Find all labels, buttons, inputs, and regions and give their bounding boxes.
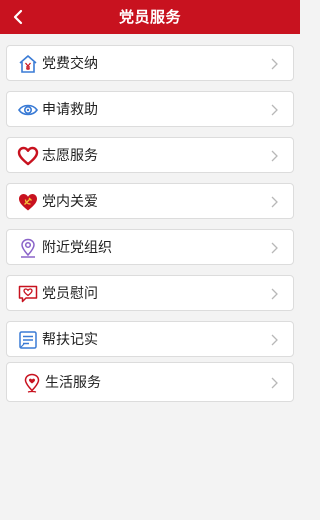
chevron-right-icon	[271, 150, 278, 162]
menu-item-assistance-record[interactable]: 帮扶记实	[6, 321, 294, 357]
document-list-icon	[19, 331, 37, 349]
chevron-right-icon	[271, 334, 278, 346]
menu-item-life-service[interactable]: 生活服务	[6, 362, 294, 402]
heart-party-emblem-icon	[19, 194, 37, 211]
menu-item-member-visit[interactable]: 党员慰问	[6, 275, 294, 311]
heart-icon	[17, 146, 39, 166]
chevron-right-icon	[271, 377, 278, 389]
menu-item-party-care[interactable]: 党内关爱	[6, 183, 294, 219]
menu-item-label: 党员慰问	[42, 286, 98, 302]
menu-item-label: 党费交纳	[42, 56, 98, 72]
menu-item-label: 党内关爱	[42, 194, 98, 210]
menu-item-party-dues[interactable]: 党费交纳	[6, 45, 294, 81]
page-title: 党员服务	[118, 8, 181, 26]
eye-swirl-icon	[18, 104, 38, 116]
menu-item-apply-aid[interactable]: 申请救助	[6, 91, 294, 127]
chevron-right-icon	[271, 196, 278, 208]
menu-item-label: 生活服务	[45, 375, 101, 391]
chat-heart-icon	[18, 285, 38, 303]
menu-item-volunteer[interactable]: 志愿服务	[6, 137, 294, 173]
menu-item-label: 志愿服务	[42, 148, 98, 164]
chevron-right-icon	[271, 104, 278, 116]
chevron-right-icon	[271, 58, 278, 70]
location-heart-icon	[24, 373, 40, 393]
menu-item-label: 帮扶记实	[42, 332, 98, 348]
chevron-right-icon	[271, 288, 278, 300]
menu-item-label: 申请救助	[42, 102, 98, 118]
menu-item-label: 附近党组织	[42, 240, 112, 256]
location-pin-icon	[21, 238, 35, 258]
chevron-right-icon	[271, 242, 278, 254]
house-yuan-icon	[19, 55, 37, 73]
menu-item-nearby-party-org[interactable]: 附近党组织	[6, 229, 294, 265]
header-bar: 党员服务	[0, 0, 300, 34]
